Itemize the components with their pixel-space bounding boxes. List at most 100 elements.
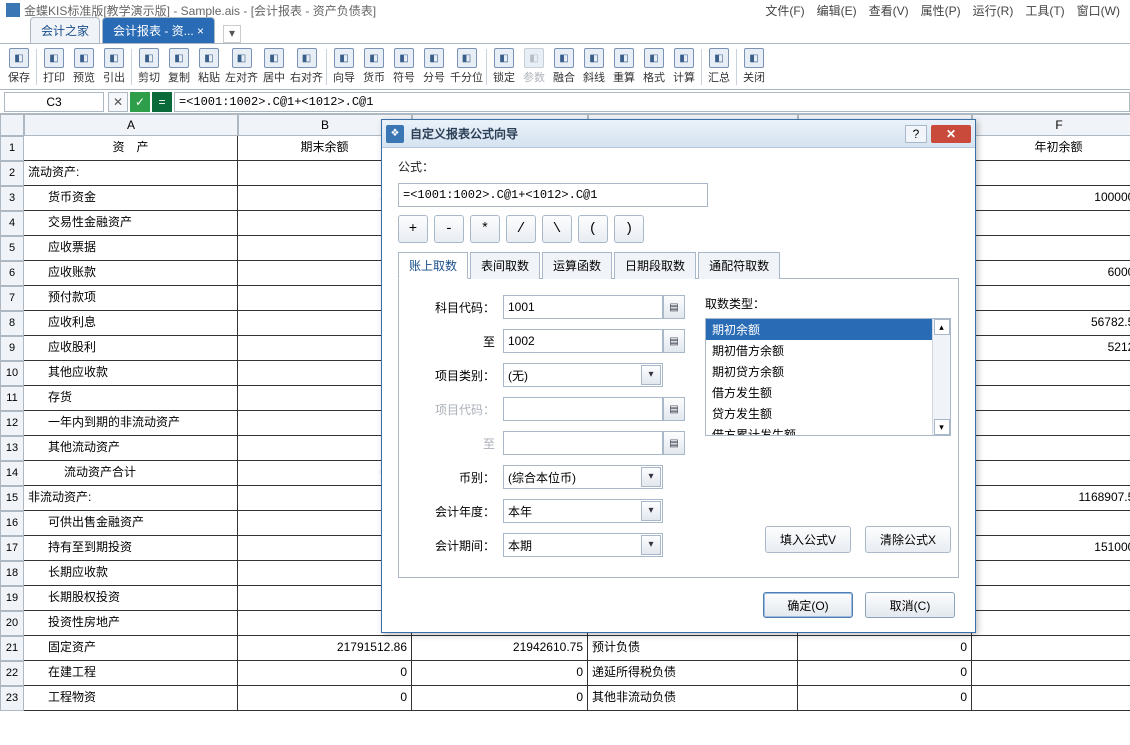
cell[interactable]: 长期应收款	[24, 561, 238, 586]
type-scrollbar[interactable]: ▴ ▾	[932, 319, 950, 435]
cell[interactable]: 投资性房地产	[24, 611, 238, 636]
item-category-select[interactable]	[503, 363, 663, 387]
cell[interactable]: 0	[972, 686, 1130, 711]
cell[interactable]: 交易性金融资产	[24, 211, 238, 236]
cell[interactable]: 应收账款	[24, 261, 238, 286]
cell[interactable]: 0	[972, 461, 1130, 486]
type-option[interactable]: 借方发生额	[706, 382, 950, 403]
row-header[interactable]: 13	[0, 436, 24, 461]
toolbar-粘贴-button[interactable]: ◧粘贴	[194, 46, 224, 88]
row-header[interactable]: 6	[0, 261, 24, 286]
tab-home[interactable]: 会计之家	[30, 17, 100, 43]
cell[interactable]: 0	[972, 411, 1130, 436]
tab-report-active[interactable]: 会计报表 - 资... ×	[102, 17, 215, 43]
cell[interactable]: 0	[798, 636, 972, 661]
row-header[interactable]: 9	[0, 336, 24, 361]
cell[interactable]: 0	[972, 211, 1130, 236]
toolbar-关闭-button[interactable]: ◧关闭	[739, 46, 769, 88]
toolbar-引出-button[interactable]: ◧引出	[99, 46, 129, 88]
chevron-down-icon[interactable]: ▾	[641, 535, 661, 555]
wizard-tab[interactable]: 表间取数	[470, 252, 540, 279]
cell[interactable]: 存货	[24, 386, 238, 411]
toolbar-右对齐-button[interactable]: ◧右对齐	[289, 46, 324, 88]
fill-formula-button[interactable]: 填入公式V	[765, 526, 851, 553]
subject-code-picker-icon[interactable]: ▤	[663, 295, 685, 319]
row-header[interactable]: 12	[0, 411, 24, 436]
cell[interactable]: 一年内到期的非流动资产	[24, 411, 238, 436]
row-header[interactable]: 11	[0, 386, 24, 411]
cell[interactable]: 应收股利	[24, 336, 238, 361]
scroll-up-icon[interactable]: ▴	[934, 319, 950, 335]
column-header[interactable]: A	[24, 114, 238, 136]
row-header[interactable]: 22	[0, 661, 24, 686]
item-to-picker-icon[interactable]: ▤	[663, 431, 685, 455]
cell[interactable]: 21791512.86	[238, 636, 412, 661]
cell[interactable]: 0	[238, 686, 412, 711]
cell[interactable]: 52125	[972, 336, 1130, 361]
dialog-help-button[interactable]: ?	[905, 125, 927, 143]
cell[interactable]: 0	[798, 686, 972, 711]
cell[interactable]: 其他应收款	[24, 361, 238, 386]
cell[interactable]: 0	[972, 361, 1130, 386]
row-header[interactable]: 17	[0, 536, 24, 561]
cell[interactable]: 0	[972, 236, 1130, 261]
chevron-down-icon[interactable]: ▾	[641, 365, 661, 385]
period-select[interactable]	[503, 533, 663, 557]
cell[interactable]: 应收票据	[24, 236, 238, 261]
cell[interactable]	[972, 511, 1130, 536]
operator-(-button[interactable]: (	[578, 215, 608, 243]
cell[interactable]: 0	[972, 386, 1130, 411]
menu-item[interactable]: 文件(F)	[761, 0, 808, 21]
cell[interactable]: 应收利息	[24, 311, 238, 336]
item-to-input[interactable]	[503, 431, 663, 455]
cell[interactable]: 0	[238, 661, 412, 686]
menu-item[interactable]: 运行(R)	[969, 0, 1018, 21]
cell[interactable]: 其他流动资产	[24, 436, 238, 461]
row-header[interactable]: 7	[0, 286, 24, 311]
row-header[interactable]: 5	[0, 236, 24, 261]
menu-item[interactable]: 工具(T)	[1021, 0, 1068, 21]
cell[interactable]: 年初余额	[972, 136, 1130, 161]
cell[interactable]: 非流动资产:	[24, 486, 238, 511]
row-header[interactable]: 16	[0, 511, 24, 536]
operator-/-button[interactable]: /	[506, 215, 536, 243]
item-code-picker-icon[interactable]: ▤	[663, 397, 685, 421]
menu-item[interactable]: 属性(P)	[917, 0, 965, 21]
cell[interactable]: 0	[972, 586, 1130, 611]
subject-to-picker-icon[interactable]: ▤	[663, 329, 685, 353]
formula-input[interactable]: =<1001:1002>.C@1+<1012>.C@1	[174, 92, 1130, 112]
cell-reference-box[interactable]: C3	[4, 92, 104, 112]
clear-formula-button[interactable]: 清除公式X	[865, 526, 951, 553]
cell[interactable]: 0	[972, 611, 1130, 636]
cell[interactable]: 0	[972, 661, 1130, 686]
cell[interactable]: 0	[412, 686, 588, 711]
type-option[interactable]: 贷方发生额	[706, 403, 950, 424]
cell[interactable]: 工程物资	[24, 686, 238, 711]
row-header[interactable]: 20	[0, 611, 24, 636]
formula-cancel-button[interactable]: ✕	[108, 92, 128, 112]
cell[interactable]: 0	[412, 661, 588, 686]
row-header[interactable]: 19	[0, 586, 24, 611]
chevron-down-icon[interactable]: ▾	[641, 501, 661, 521]
cell[interactable]: 0	[972, 636, 1130, 661]
type-option[interactable]: 期初借方余额	[706, 340, 950, 361]
subject-code-input[interactable]	[503, 295, 663, 319]
row-header[interactable]: 8	[0, 311, 24, 336]
cell[interactable]: 在建工程	[24, 661, 238, 686]
cell[interactable]: 1000000	[972, 186, 1130, 211]
cell[interactable]: 0	[798, 661, 972, 686]
menu-item[interactable]: 编辑(E)	[813, 0, 861, 21]
row-header[interactable]: 18	[0, 561, 24, 586]
type-option[interactable]: 期初余额	[706, 319, 950, 340]
cell[interactable]: 长期股权投资	[24, 586, 238, 611]
type-option[interactable]: 期初贷方余额	[706, 361, 950, 382]
chevron-down-icon[interactable]: ▾	[641, 467, 661, 487]
toolbar-复制-button[interactable]: ◧复制	[164, 46, 194, 88]
menu-item[interactable]: 窗口(W)	[1073, 0, 1124, 21]
cell[interactable]: 0	[972, 436, 1130, 461]
cell[interactable]: 0	[972, 286, 1130, 311]
operator-)-button[interactable]: )	[614, 215, 644, 243]
cell[interactable]: 1510000	[972, 536, 1130, 561]
currency-select[interactable]	[503, 465, 663, 489]
cell[interactable]: 持有至到期投资	[24, 536, 238, 561]
